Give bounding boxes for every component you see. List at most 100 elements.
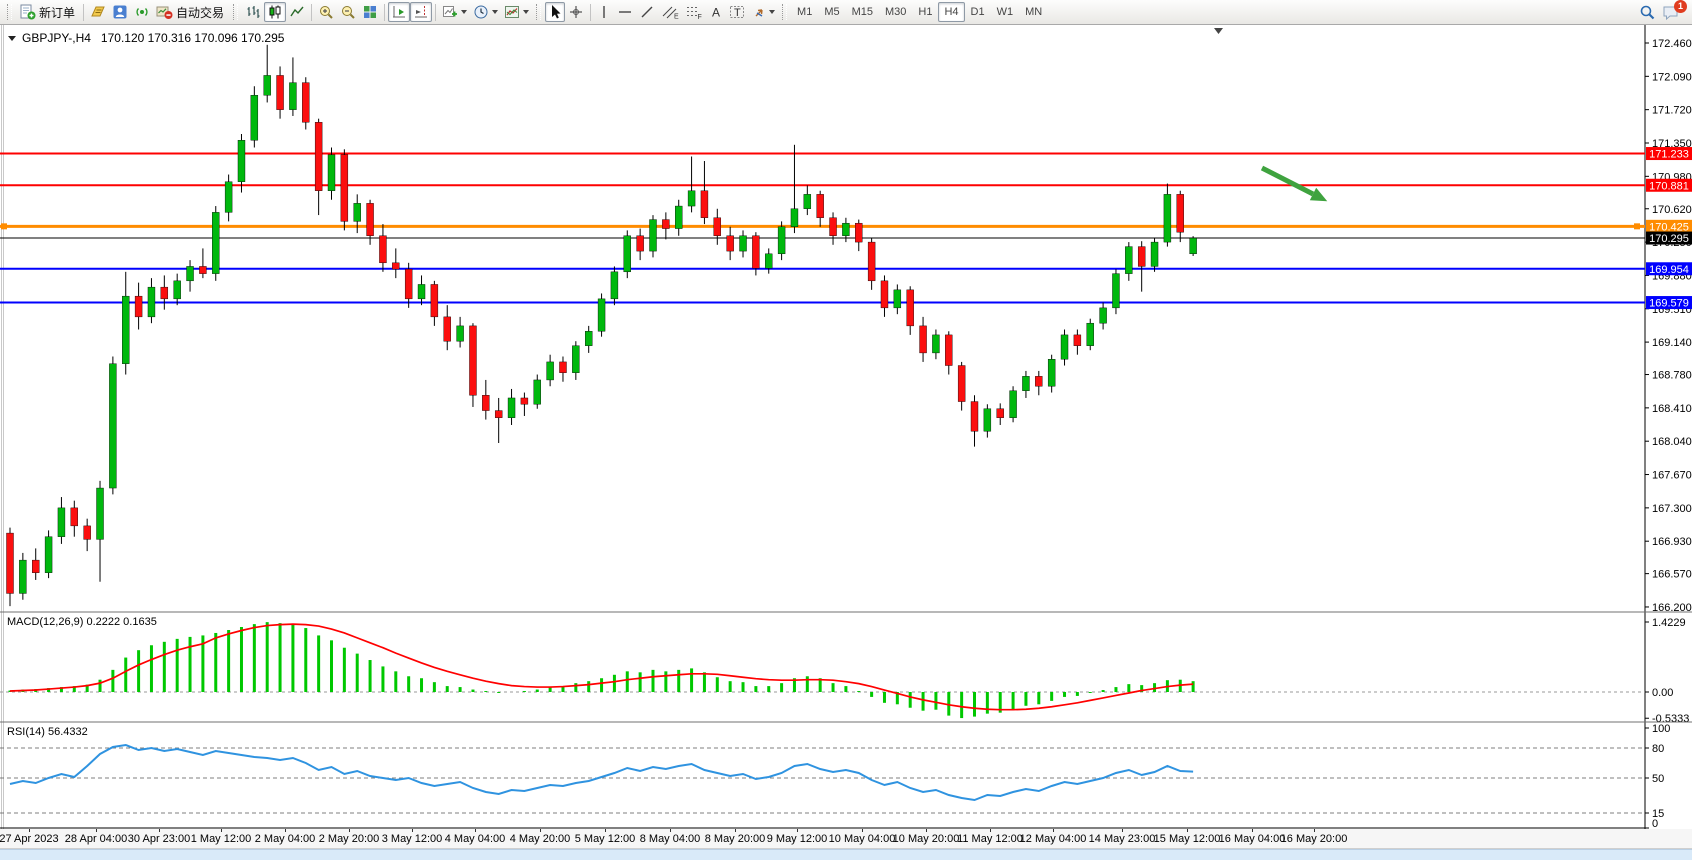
templates-button[interactable] [501,2,532,22]
svg-text:171.233: 171.233 [1649,149,1689,161]
time-tick [96,829,97,832]
timeframe-m30[interactable]: M30 [879,2,912,22]
text-label-button[interactable]: T [726,2,749,22]
svg-text:168.040: 168.040 [1652,436,1692,448]
svg-text:171.720: 171.720 [1652,105,1692,117]
equidistant-channel-button[interactable]: E [658,2,682,22]
trendline-button[interactable] [636,2,658,22]
toolbar-grip[interactable] [536,4,541,20]
chart-shift-marker[interactable] [1214,28,1223,34]
hline-handle[interactable] [1,223,7,229]
time-tick [797,829,798,832]
arrows-button[interactable] [749,2,778,22]
time-tick [735,829,736,832]
candlestick-chart-button[interactable] [264,2,286,22]
indicators-button[interactable] [439,2,470,22]
tile-windows-button[interactable] [359,2,381,22]
separator [384,4,385,21]
time-tick [349,829,350,832]
rsi-indicator-label: RSI(14) 56.4332 [7,726,88,738]
time-label: 16 May 20:00 [1281,833,1348,845]
separator [590,4,591,21]
zoom-in-button[interactable] [315,2,337,22]
hline-handle[interactable] [1634,223,1640,229]
cursor-button[interactable] [545,2,565,22]
time-label: 5 May 12:00 [575,833,636,845]
search-button[interactable] [1636,2,1659,22]
macd-panel: 1.42290.00-0.5333 MACD(12,26,9) 0.2222 0… [0,613,1692,723]
time-tick [1122,829,1123,832]
macd-canvas[interactable]: 1.42290.00-0.5333 [0,613,1692,723]
horizontal-lines[interactable] [0,154,1645,303]
time-tick [159,829,160,832]
person-icon [112,4,128,20]
time-tick [29,829,30,832]
chart-shift-button[interactable] [410,2,432,22]
new-order-button[interactable]: 新订单 [16,2,80,22]
toolbar-grip[interactable] [7,4,12,20]
time-label: 4 May 04:00 [445,833,506,845]
trend-arrow-annotation[interactable] [1262,168,1313,194]
time-tick [862,829,863,832]
zoom-out-button[interactable] [337,2,359,22]
separator [83,4,84,21]
ticket-icon [90,4,106,20]
timeframe-d1[interactable]: D1 [965,2,991,22]
horizontal-line-button[interactable] [614,2,636,22]
symbol-period-label: GBPJPY-,H4 [22,31,91,45]
signals-button[interactable] [131,2,153,22]
chat-button[interactable]: 1 [1659,2,1683,22]
svg-text:0.00: 0.00 [1652,687,1673,699]
time-label: 2 May 20:00 [319,833,380,845]
text-button[interactable]: A [706,2,726,22]
time-axis[interactable]: 27 Apr 202328 Apr 04:0030 Apr 23:001 May… [0,829,1692,849]
crosshair-icon [568,4,584,20]
line-chart-button[interactable] [286,2,308,22]
fibonacci-icon: F [685,4,703,20]
symbol-dropdown-icon[interactable] [8,36,16,41]
notification-badge: 1 [1674,0,1687,13]
time-label: 12 May 04:00 [1020,833,1087,845]
bar-chart-button[interactable] [242,2,264,22]
separator [311,4,312,21]
channel-icon: E [661,4,679,20]
svg-text:166.570: 166.570 [1652,569,1692,581]
cursor-icon [548,4,562,20]
horizontal-line-icon [617,4,633,20]
time-label: 4 May 20:00 [510,833,571,845]
periods-button[interactable] [470,2,501,22]
svg-text:T: T [734,7,741,19]
macd-signal-line [10,624,1193,710]
mql5-community-button[interactable] [109,2,131,22]
time-label: 30 Apr 23:00 [128,833,190,845]
depth-of-market-button[interactable] [87,2,109,22]
arrow-objects-icon [752,4,766,20]
svg-text:169.954: 169.954 [1649,264,1689,276]
timeframe-w1[interactable]: W1 [991,2,1020,22]
vertical-line-button[interactable] [594,2,614,22]
time-tick [540,829,541,832]
time-tick [926,829,927,832]
timeframe-m1[interactable]: M1 [791,2,818,22]
time-tick [1252,829,1253,832]
fibonacci-button[interactable]: F [682,2,706,22]
toolbar-grip[interactable] [782,4,787,20]
dropdown-caret [523,10,529,14]
price-chart-canvas[interactable]: 172.460172.090171.720171.350170.980170.6… [0,25,1692,613]
timeframe-h4[interactable]: H4 [938,2,964,22]
timeframe-m5[interactable]: M5 [818,2,845,22]
time-label: 3 May 12:00 [382,833,443,845]
rsi-canvas[interactable]: 1008050150 [0,723,1692,829]
auto-trading-icon [156,4,173,20]
toolbar-grip[interactable] [233,4,238,20]
timeframe-mn[interactable]: MN [1019,2,1048,22]
timeframe-m15[interactable]: M15 [846,2,879,22]
timeframe-h1[interactable]: H1 [912,2,938,22]
auto-scroll-button[interactable] [388,2,410,22]
chart-shift-icon [413,4,429,20]
time-tick [990,829,991,832]
auto-trading-button[interactable]: 自动交易 [153,2,229,22]
crosshair-button[interactable] [565,2,587,22]
add-indicator-icon [442,4,458,20]
time-tick [1314,829,1315,832]
